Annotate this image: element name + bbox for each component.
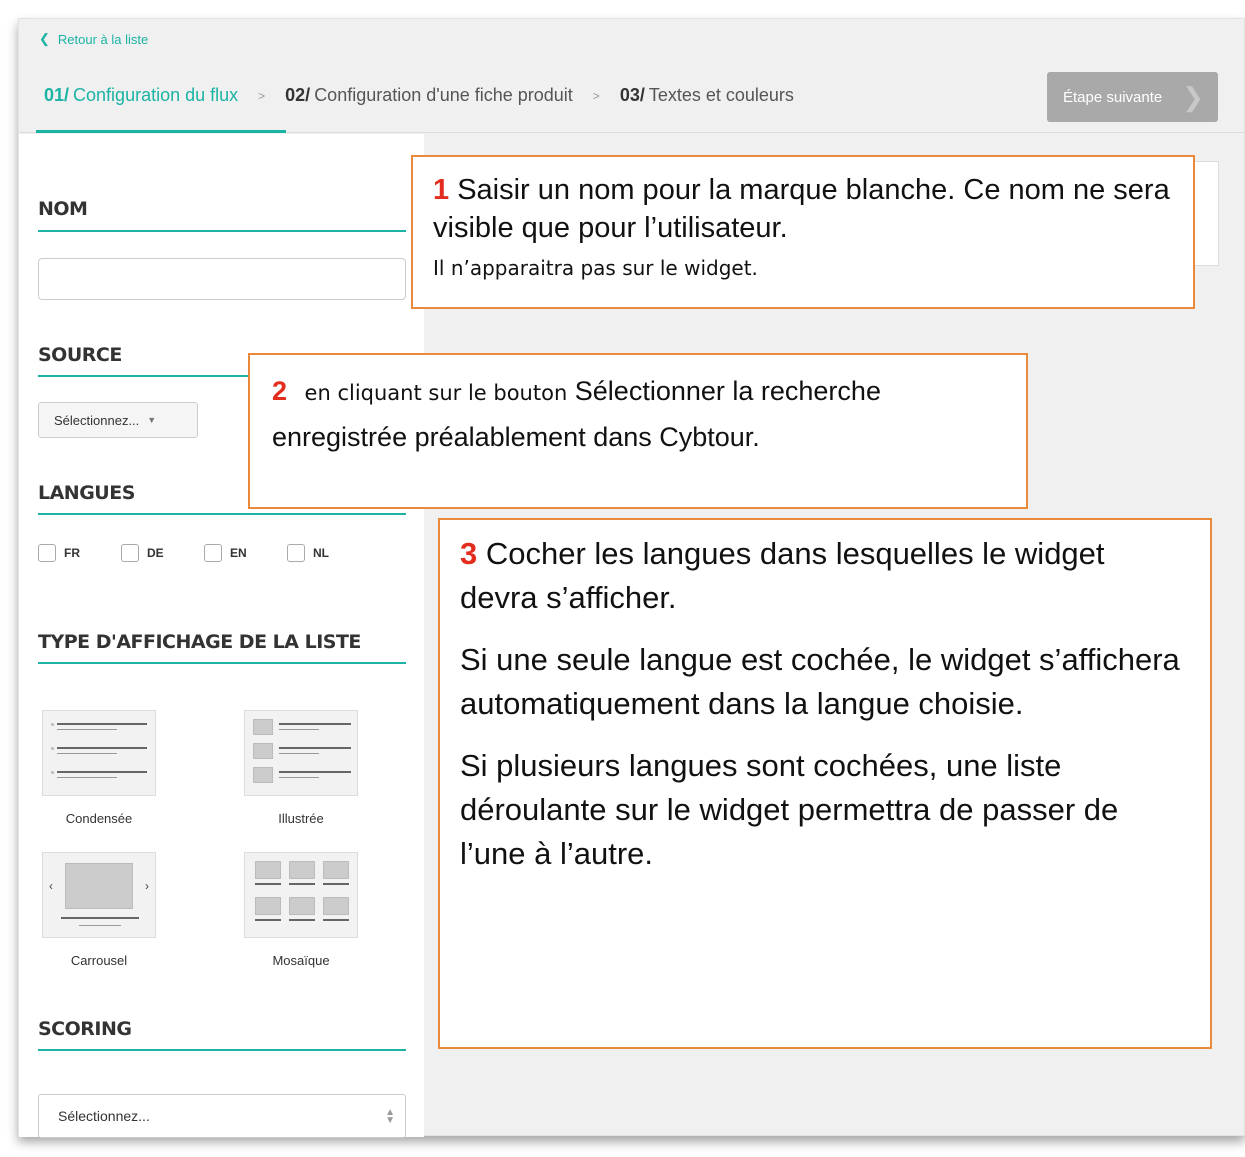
callout-paragraph: Si plusieurs langues sont cochées, une l… [460, 748, 1119, 871]
scoring-select-value: Sélectionnez... [58, 1108, 150, 1124]
section-title-nom: NOM [38, 198, 88, 220]
source-select-value: Sélectionnez... [54, 412, 140, 428]
step-label: Configuration d'une fiche produit [314, 85, 573, 105]
step-number: 02/ [285, 85, 311, 105]
step-number: 01/ [44, 85, 70, 105]
callout-number: 3 [460, 536, 478, 571]
callout-text: Cocher les langues dans lesquelles le wi… [460, 536, 1105, 615]
callout-text: Saisir un nom pour la marque blanche. Ce… [433, 174, 1170, 244]
step-2[interactable]: 02/ Configuration d'une fiche produit [285, 85, 573, 106]
stepper: 01/ Configuration du flux > 02/ Configur… [44, 85, 794, 106]
display-option-carousel[interactable]: ‹ › Carrousel [42, 852, 156, 968]
display-option-illustrated[interactable]: Illustrée [244, 710, 358, 826]
lang-checkbox-nl[interactable]: NL [287, 544, 370, 562]
step-separator: > [592, 88, 600, 103]
callout-1: 1 Saisir un nom pour la marque blanche. … [411, 155, 1195, 309]
step-number: 03/ [619, 85, 645, 105]
caret-down-icon: ▼ [147, 415, 157, 425]
display-option-mosaic[interactable]: Mosaïque [244, 852, 358, 968]
step-separator: > [258, 88, 266, 103]
step-label: Textes et couleurs [648, 85, 794, 105]
display-option-label: Condensée [65, 811, 133, 826]
next-step-button[interactable]: Étape suivante ❯ [1047, 72, 1218, 122]
lang-label: DE [147, 546, 164, 560]
illustrated-list-icon [244, 710, 358, 796]
section-title-scoring: SCORING [38, 1018, 132, 1040]
checkbox-icon[interactable] [38, 544, 56, 562]
checkbox-icon[interactable] [204, 544, 222, 562]
lang-checkbox-en[interactable]: EN [204, 544, 287, 562]
section-divider [38, 1049, 406, 1051]
section-divider [38, 513, 406, 515]
lang-label: EN [230, 546, 247, 560]
section-divider [38, 662, 406, 664]
lang-label: NL [313, 546, 329, 560]
section-title-type: TYPE D'AFFICHAGE DE LA LISTE [38, 631, 361, 653]
step-label: Configuration du flux [73, 85, 239, 105]
callout-2: 2 en cliquant sur le bouton Sélectionner… [248, 353, 1028, 509]
chevron-left-icon: ❮ [39, 31, 50, 46]
lang-label: FR [64, 546, 80, 560]
mosaic-icon [244, 852, 358, 938]
step-3[interactable]: 03/ Textes et couleurs [620, 85, 794, 106]
scoring-select[interactable]: Sélectionnez... ▲ ▼ [38, 1094, 406, 1138]
condensed-list-icon [42, 710, 156, 796]
display-option-label: Illustrée [278, 811, 324, 826]
lang-checkbox-de[interactable]: DE [121, 544, 204, 562]
section-title-langues: LANGUES [38, 482, 135, 504]
config-sidebar: NOM SOURCE Sélectionnez... ▼ LANGUES FR … [19, 134, 424, 1138]
callout-number: 2 [272, 376, 288, 406]
section-title-source: SOURCE [38, 344, 122, 366]
language-checkboxes: FR DE EN NL [38, 544, 370, 562]
next-step-label: Étape suivante [1063, 88, 1163, 106]
callout-3: 3 Cocher les langues dans lesquelles le … [438, 518, 1212, 1049]
active-step-underline [36, 130, 286, 133]
top-bar: ❮ Retour à la liste 01/ Configuration du… [19, 19, 1244, 133]
checkbox-icon[interactable] [287, 544, 305, 562]
callout-note: en cliquant sur le bouton [304, 381, 568, 405]
sort-arrows-icon: ▲ ▼ [385, 1107, 395, 1126]
callout-note: Il n’apparaitra pas sur le widget. [433, 256, 758, 280]
display-option-label: Mosaïque [272, 953, 330, 968]
display-option-label: Carrousel [70, 953, 128, 968]
step-1[interactable]: 01/ Configuration du flux [44, 85, 238, 106]
name-input[interactable] [38, 258, 406, 300]
section-divider [38, 230, 406, 232]
source-select[interactable]: Sélectionnez... ▼ [38, 402, 198, 438]
chevron-right-icon: ❯ [1182, 82, 1204, 112]
carousel-icon: ‹ › [42, 852, 156, 938]
checkbox-icon[interactable] [121, 544, 139, 562]
callout-paragraph: Si une seule langue est cochée, le widge… [460, 642, 1180, 721]
display-option-condensed[interactable]: Condensée [42, 710, 156, 826]
callout-number: 1 [433, 174, 450, 206]
lang-checkbox-fr[interactable]: FR [38, 544, 121, 562]
back-link[interactable]: ❮ Retour à la liste [39, 31, 148, 47]
back-link-label: Retour à la liste [57, 31, 149, 47]
